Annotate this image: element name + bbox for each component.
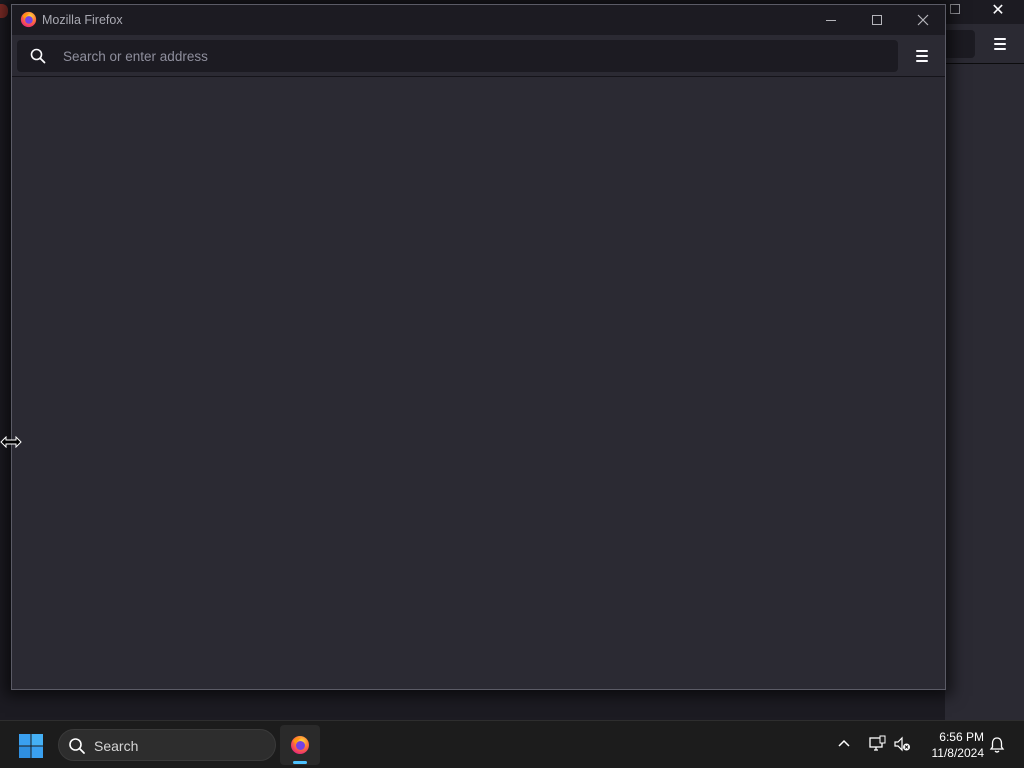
maximize-icon [872,15,882,25]
address-input[interactable] [63,44,883,68]
windows-start-icon[interactable] [18,733,44,759]
background-content [945,64,1024,720]
maximize-button[interactable] [854,5,900,35]
search-icon [69,738,85,754]
navigation-toolbar [12,35,945,77]
taskbar-search-box[interactable]: Search [58,729,276,761]
background-close-icon[interactable]: ✕ [986,2,1010,20]
close-button[interactable] [900,5,946,35]
titlebar[interactable]: Mozilla Firefox [12,5,945,35]
firefox-logo-icon [20,11,37,28]
taskbar-firefox-button[interactable] [280,725,320,765]
volume-muted-icon[interactable] [893,735,911,753]
background-urlbar[interactable] [945,30,975,58]
minimize-icon [826,20,836,21]
close-icon [917,14,929,26]
application-menu-button[interactable] [910,44,934,68]
background-menu-icon[interactable] [988,32,1012,56]
notification-bell-icon[interactable] [988,736,1006,754]
resize-cursor-icon [0,436,22,448]
page-content[interactable] [12,78,945,689]
window-title: Mozilla Firefox [42,13,123,27]
taskbar: Search 6:56 PM 11/8/2024 [0,720,1024,768]
hamburger-menu-icon [916,50,928,52]
running-indicator [293,761,307,764]
clock-time: 6:56 PM [939,730,984,744]
clock-date: 11/8/2024 [931,746,985,760]
taskbar-search-label: Search [94,738,139,754]
system-clock[interactable]: 6:56 PM 11/8/2024 [918,729,985,761]
minimize-button[interactable] [808,5,854,35]
firefox-icon [291,736,309,754]
background-restore-icon[interactable] [950,4,960,14]
urlbar[interactable] [17,40,898,72]
firefox-window: Mozilla Firefox [11,4,946,690]
chevron-up-icon[interactable] [836,736,852,752]
search-icon [30,48,46,64]
background-window-edge [0,24,11,720]
network-icon[interactable] [868,735,886,753]
